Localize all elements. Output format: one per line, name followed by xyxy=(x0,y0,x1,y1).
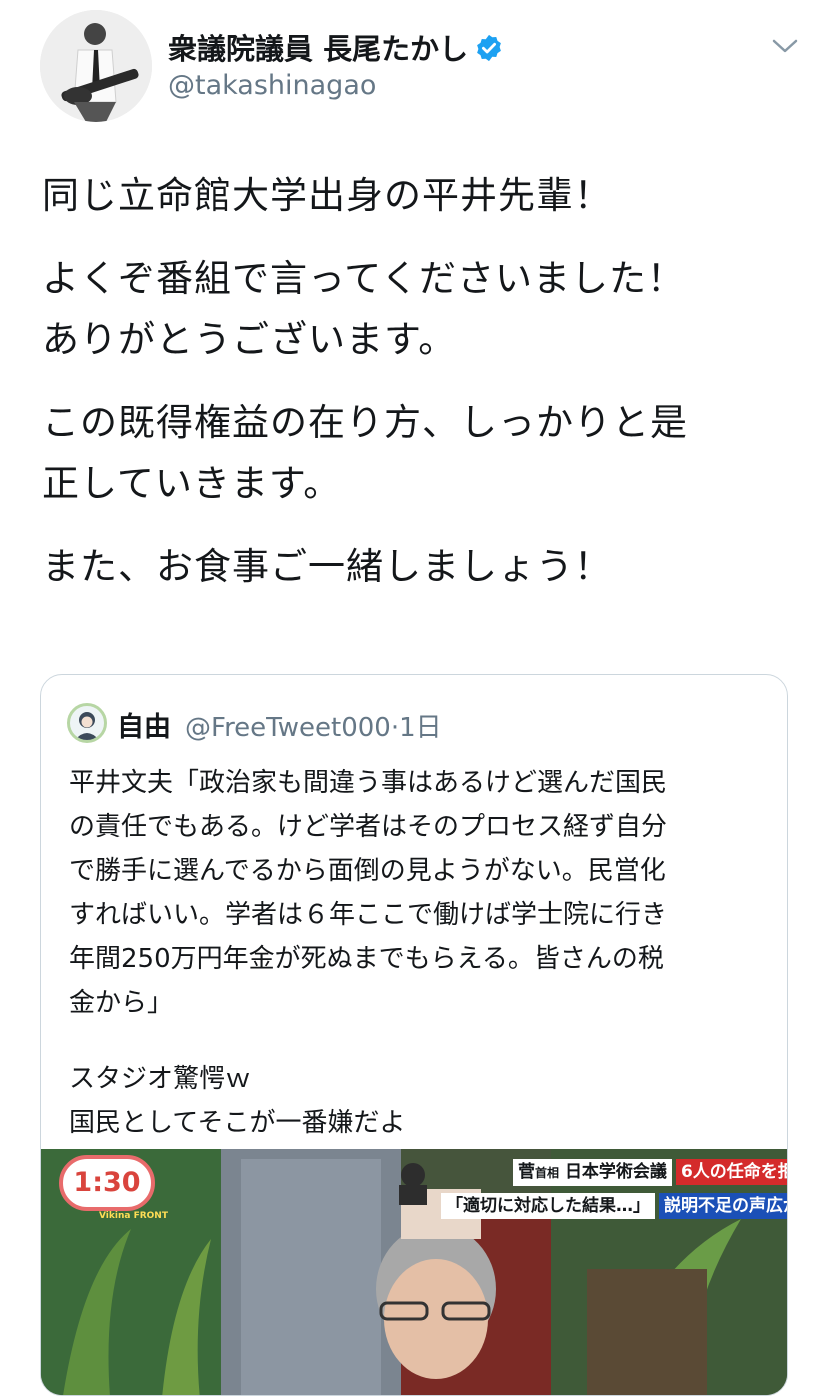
quoted-line: スタジオ驚愕ｗ xyxy=(69,1064,252,1094)
ticker-headline: 6人の任命を拒否 xyxy=(675,1159,787,1185)
quoted-line: の責任でもある。けど学者はそのプロセス経ず自分 xyxy=(69,812,668,842)
guitarist-avatar-image xyxy=(40,10,152,122)
ticker-role: 首相 xyxy=(535,1166,560,1180)
quoted-line: 国民としてそこが一番嫌だよ xyxy=(69,1108,406,1138)
tweet-paragraph: 正していきます。 xyxy=(42,462,342,505)
quoted-tweet-text: 平井文夫「政治家も間違う事はあるけど選んだ国民 の責任でもある。けど学者はそのプ… xyxy=(69,761,769,1145)
ticker-sub-headline: 説明不足の声広がる xyxy=(659,1193,787,1219)
tweet-text: 同じ立命館大学出身の平井先輩！ よくぞ番組で言ってくださいました！ ありがとうご… xyxy=(42,165,802,619)
news-ticker-top: 菅首相 日本学術会議6人の任命を拒否 xyxy=(513,1159,787,1187)
news-ticker-bottom: 「適切に対応した結果…」説明不足の声広がる xyxy=(441,1193,787,1219)
quoted-tweet-media[interactable]: 1:30 Vikina FRONT 菅首相 日本学術会議6人の任命を拒否 「適切… xyxy=(41,1149,787,1395)
anime-avatar-icon xyxy=(75,712,99,740)
verified-badge-icon xyxy=(477,34,501,62)
ticker-quote: 「適切に対応した結果…」 xyxy=(441,1193,655,1219)
tweet-paragraph: ありがとうございます。 xyxy=(42,318,457,361)
broadcast-clock: 1:30 xyxy=(59,1155,155,1211)
tweet-paragraph: この既得権益の在り方、しっかりと是 xyxy=(42,401,688,444)
tweet-paragraph: また、お食事ご一緒しましょう！ xyxy=(42,545,612,588)
quoted-tweet-card[interactable]: 自由 @FreeTweet000·1日 平井文夫「政治家も間違う事はあるけど選ん… xyxy=(40,674,788,1396)
quoted-line: すればいい。学者は６年ここで働けば学士院に行き xyxy=(69,900,668,930)
quoted-line: で勝手に選んでるから面倒の見ようがない。民営化 xyxy=(69,856,666,886)
tweet-header: 衆議院議員 長尾たかし @takashinagao xyxy=(40,10,800,122)
ticker-name: 菅 xyxy=(518,1162,535,1182)
author-handle[interactable]: @takashinagao xyxy=(168,70,376,101)
chevron-down-icon[interactable] xyxy=(770,34,800,58)
quoted-line: 平井文夫「政治家も間違う事はあるけど選んだ国民 xyxy=(69,768,668,798)
program-logo-text: Vikina FRONT xyxy=(99,1211,168,1221)
tweet-paragraph: よくぞ番組で言ってくださいました！ xyxy=(42,257,686,300)
tweet-paragraph: 同じ立命館大学出身の平井先輩！ xyxy=(42,174,612,217)
ticker-title-box: 菅首相 日本学術会議 xyxy=(513,1159,672,1186)
quoted-author-name: 自由 xyxy=(117,712,171,743)
author-display-name[interactable]: 衆議院議員 長尾たかし xyxy=(168,26,504,68)
ticker-topic: 日本学術会議 xyxy=(564,1162,667,1182)
quoted-line: 金から」 xyxy=(69,988,174,1018)
clock-text: 1:30 xyxy=(73,1167,141,1198)
quoted-line: 年間250万円年金が死ぬまでもらえる。皆さんの税 xyxy=(69,944,664,974)
quoted-author-avatar xyxy=(67,703,107,743)
author-avatar[interactable] xyxy=(40,10,152,122)
quoted-author-handle-and-time: @FreeTweet000·1日 xyxy=(185,713,442,743)
author-name-text: 衆議院議員 長尾たかし xyxy=(168,32,469,66)
